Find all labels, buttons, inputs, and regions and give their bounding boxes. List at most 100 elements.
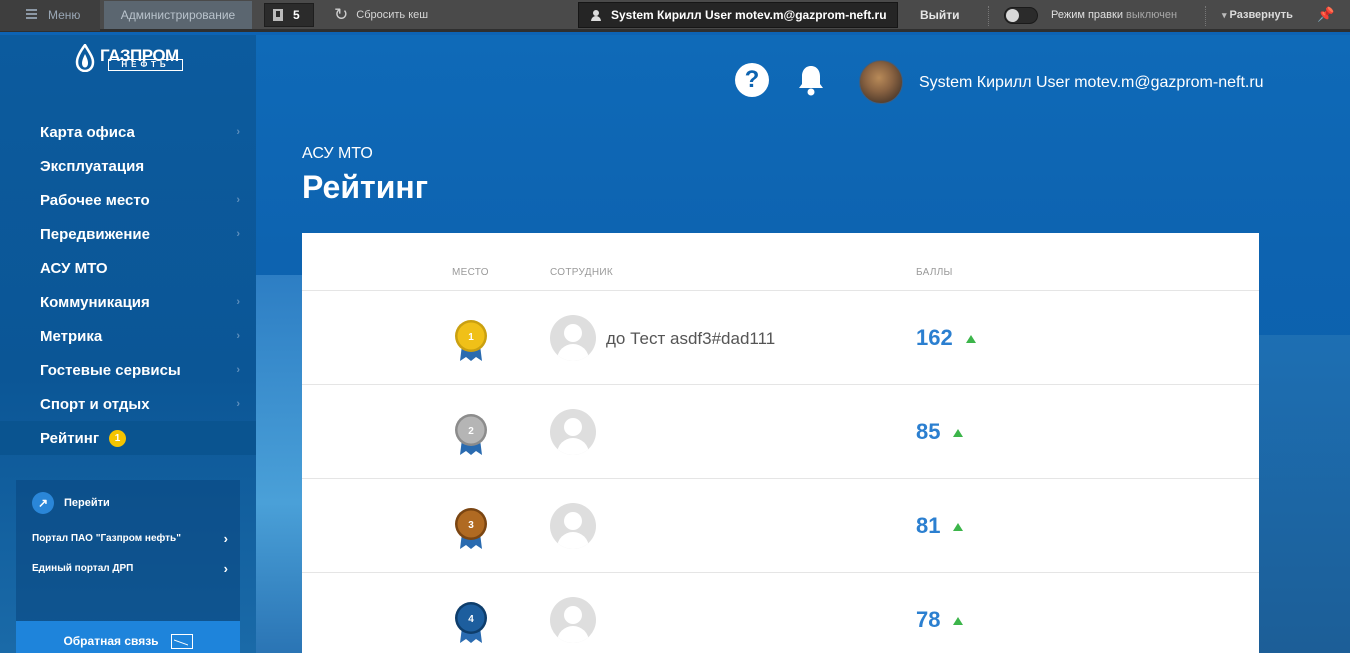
sidebar-item-label: Спорт и отдых [40, 395, 150, 413]
avatar[interactable] [550, 409, 596, 455]
feedback-label: Обратная связь [63, 634, 159, 648]
score-value: 81 [916, 513, 941, 538]
avatar[interactable] [550, 597, 596, 643]
notifications-count: 5 [293, 7, 300, 22]
chevron-right-icon: › [236, 398, 240, 410]
notifications-badge[interactable]: 5 [264, 2, 314, 27]
sidebar-item-metrics[interactable]: Метрика › [0, 319, 256, 353]
table-row[interactable]: 3 81 [302, 479, 1259, 573]
blue-medal-icon: 4 [455, 602, 487, 643]
bell-icon[interactable] [796, 63, 826, 97]
logout-link[interactable]: Выйти [920, 8, 960, 22]
admin-tab[interactable]: Администрирование [104, 0, 252, 29]
sidebar-item-label: Гостевые сервисы [40, 361, 181, 379]
mailbox-icon [170, 633, 193, 649]
alert-icon [273, 8, 283, 21]
employee-name[interactable]: до Тест asdf3#dad111 [606, 329, 775, 349]
sidebar-item-label: Метрика [40, 327, 103, 345]
sidebar-item-asu-mto[interactable]: АСУ МТО [0, 251, 256, 285]
rating-badge: 1 [109, 429, 127, 447]
score-value: 85 [916, 419, 941, 444]
header-user-name[interactable]: System Кирилл User motev.m@gazprom-neft.… [919, 74, 1264, 92]
admin-toolbar: Меню Администрирование 5 ↻ Сбросить кеш … [0, 0, 1350, 32]
edit-mode-toggle[interactable] [1004, 7, 1038, 24]
chevron-right-icon: › [223, 531, 228, 546]
help-icon[interactable]: ? [735, 63, 769, 97]
sidebar-item-office-map[interactable]: Карта офиса › [0, 115, 256, 149]
score-value: 78 [916, 607, 941, 632]
redirect-arrow-icon: ↗ [32, 492, 54, 514]
feedback-button[interactable]: Обратная связь [16, 621, 240, 653]
goto-title: Перейти [64, 497, 110, 509]
sidebar: ГАЗПРОМ НЕФТЬ Карта офиса › Эксплуатация … [0, 35, 256, 653]
trend-up-icon [953, 429, 963, 437]
medal-place: 3 [468, 520, 474, 531]
trend-up-icon [953, 617, 963, 625]
user-avatar[interactable] [859, 60, 903, 104]
bronze-medal-icon: 3 [455, 508, 487, 549]
edit-mode-status: Режим правки выключен [1051, 9, 1177, 21]
chevron-right-icon: › [236, 364, 240, 376]
table-row[interactable]: 1 до Тест asdf3#dad111 162 [302, 291, 1259, 385]
current-user-button[interactable]: System Кирилл User motev.m@gazprom-neft.… [578, 2, 898, 28]
reset-cache-button[interactable]: ↻ Сбросить кеш [334, 6, 428, 23]
avatar[interactable] [550, 503, 596, 549]
goto-panel: ↗ Перейти Портал ПАО "Газпром нефть" › Е… [16, 480, 240, 630]
rating-table: МЕСТО СОТРУДНИК БАЛЛЫ 1 до Тест asdf3#da… [302, 233, 1259, 653]
user-icon [591, 9, 601, 21]
column-header-score: БАЛЛЫ [916, 267, 953, 278]
goto-link-label: Портал ПАО "Газпром нефть" [32, 533, 181, 544]
sidebar-item-operation[interactable]: Эксплуатация [0, 149, 256, 183]
sidebar-item-communication[interactable]: Коммуникация › [0, 285, 256, 319]
chevron-right-icon: › [236, 296, 240, 308]
goto-link-label: Единый портал ДРП [32, 563, 134, 574]
table-row[interactable]: 2 85 [302, 385, 1259, 479]
breadcrumb[interactable]: АСУ МТО [302, 145, 373, 163]
sidebar-item-sport[interactable]: Спорт и отдых › [0, 387, 256, 421]
sidebar-item-rating[interactable]: Рейтинг 1 [0, 421, 256, 455]
page-title: Рейтинг [302, 169, 429, 205]
table-header: МЕСТО СОТРУДНИК БАЛЛЫ [302, 233, 1259, 291]
toolbar-divider [1205, 6, 1206, 26]
toolbar-divider [988, 6, 989, 26]
sidebar-item-guest-services[interactable]: Гостевые сервисы › [0, 353, 256, 387]
trend-up-icon [966, 335, 976, 343]
reset-cache-label: Сбросить кеш [356, 8, 429, 21]
menu-button[interactable]: Меню [0, 0, 100, 31]
sidebar-item-workplace[interactable]: Рабочее место › [0, 183, 256, 217]
chevron-right-icon: › [223, 561, 228, 576]
hamburger-icon [26, 8, 37, 19]
chevron-right-icon: › [236, 330, 240, 342]
expand-button[interactable]: Развернуть [1222, 9, 1293, 21]
goto-link-gazprom-portal[interactable]: Портал ПАО "Газпром нефть" › [32, 531, 228, 546]
score-value: 162 [916, 325, 953, 350]
sidebar-item-label: АСУ МТО [40, 259, 108, 277]
sidebar-item-label: Эксплуатация [40, 157, 145, 175]
gold-medal-icon: 1 [455, 320, 487, 361]
menu-label: Меню [48, 7, 81, 22]
edit-mode-state: выключен [1126, 9, 1178, 21]
medal-place: 4 [468, 614, 474, 625]
avatar[interactable] [550, 315, 596, 361]
chevron-right-icon: › [236, 194, 240, 206]
medal-place: 1 [468, 332, 474, 343]
sidebar-item-transport[interactable]: Передвижение › [0, 217, 256, 251]
table-row[interactable]: 4 78 [302, 573, 1259, 653]
flame-icon [75, 44, 95, 72]
sidebar-item-label: Карта офиса [40, 123, 135, 141]
silver-medal-icon: 2 [455, 414, 487, 455]
goto-link-drp-portal[interactable]: Единый портал ДРП › [32, 561, 228, 576]
sidebar-item-label: Рабочее место [40, 191, 150, 209]
refresh-icon: ↻ [334, 5, 349, 24]
pin-icon[interactable]: 📌 [1317, 6, 1334, 23]
column-header-employee: СОТРУДНИК [550, 267, 613, 278]
sidebar-item-label: Рейтинг [40, 429, 100, 447]
sidebar-item-label: Коммуникация [40, 293, 150, 311]
logo-line2: НЕФТЬ [108, 59, 183, 71]
background-image [1259, 335, 1350, 653]
trend-up-icon [953, 523, 963, 531]
column-header-place: МЕСТО [452, 267, 489, 278]
main-content: ? System Кирилл User motev.m@gazprom-nef… [256, 35, 1350, 653]
background-image [256, 275, 302, 653]
sidebar-item-label: Передвижение [40, 225, 150, 243]
